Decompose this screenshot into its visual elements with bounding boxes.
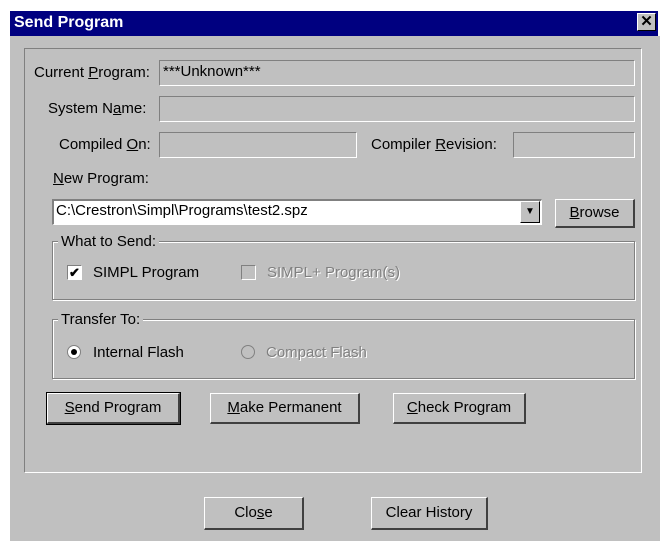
check-program-button[interactable]: Check Program (393, 393, 526, 424)
compact-flash-label[interactable]: Compact Flash (266, 344, 367, 362)
new-program-label: New Program: (53, 170, 149, 187)
chevron-down-icon[interactable]: ▼ (520, 201, 540, 223)
simpl-plus-checkbox[interactable] (241, 265, 256, 280)
current-program-field: ***Unknown*** (159, 60, 635, 86)
new-program-path[interactable]: C:\Crestron\Simpl\Programs\test2.spz (54, 201, 541, 221)
compiled-on-label: Compiled On: (59, 136, 151, 153)
close-icon[interactable]: ✕ (637, 13, 656, 31)
make-permanent-button[interactable]: Make Permanent (210, 393, 360, 424)
compiler-revision-label: Compiler Revision: (371, 136, 497, 153)
window-title: Send Program (14, 14, 124, 31)
internal-flash-radio[interactable] (67, 345, 81, 359)
simpl-program-label[interactable]: SIMPL Program (93, 264, 199, 282)
system-name-label: System Name: (48, 100, 147, 117)
system-name-field (159, 96, 635, 122)
current-program-label: Current Program: (34, 64, 150, 81)
internal-flash-label[interactable]: Internal Flash (93, 344, 184, 362)
clear-history-button[interactable]: Clear History (371, 497, 488, 530)
compiler-revision-field (513, 132, 635, 158)
simpl-program-checkbox[interactable]: ✔ (67, 265, 82, 280)
radio-selected-dot (71, 349, 77, 355)
compiled-on-field (159, 132, 357, 158)
compact-flash-radio[interactable] (241, 345, 255, 359)
simpl-plus-label[interactable]: SIMPL+ Program(s) (267, 264, 400, 282)
transfer-to-title: Transfer To: (58, 311, 144, 329)
send-program-button[interactable]: Send Program (46, 392, 181, 425)
new-program-combo[interactable]: C:\Crestron\Simpl\Programs\test2.spz (52, 199, 542, 225)
close-button[interactable]: Close (204, 497, 304, 530)
browse-button[interactable]: Browse (555, 199, 635, 228)
what-to-send-title: What to Send: (58, 233, 160, 251)
